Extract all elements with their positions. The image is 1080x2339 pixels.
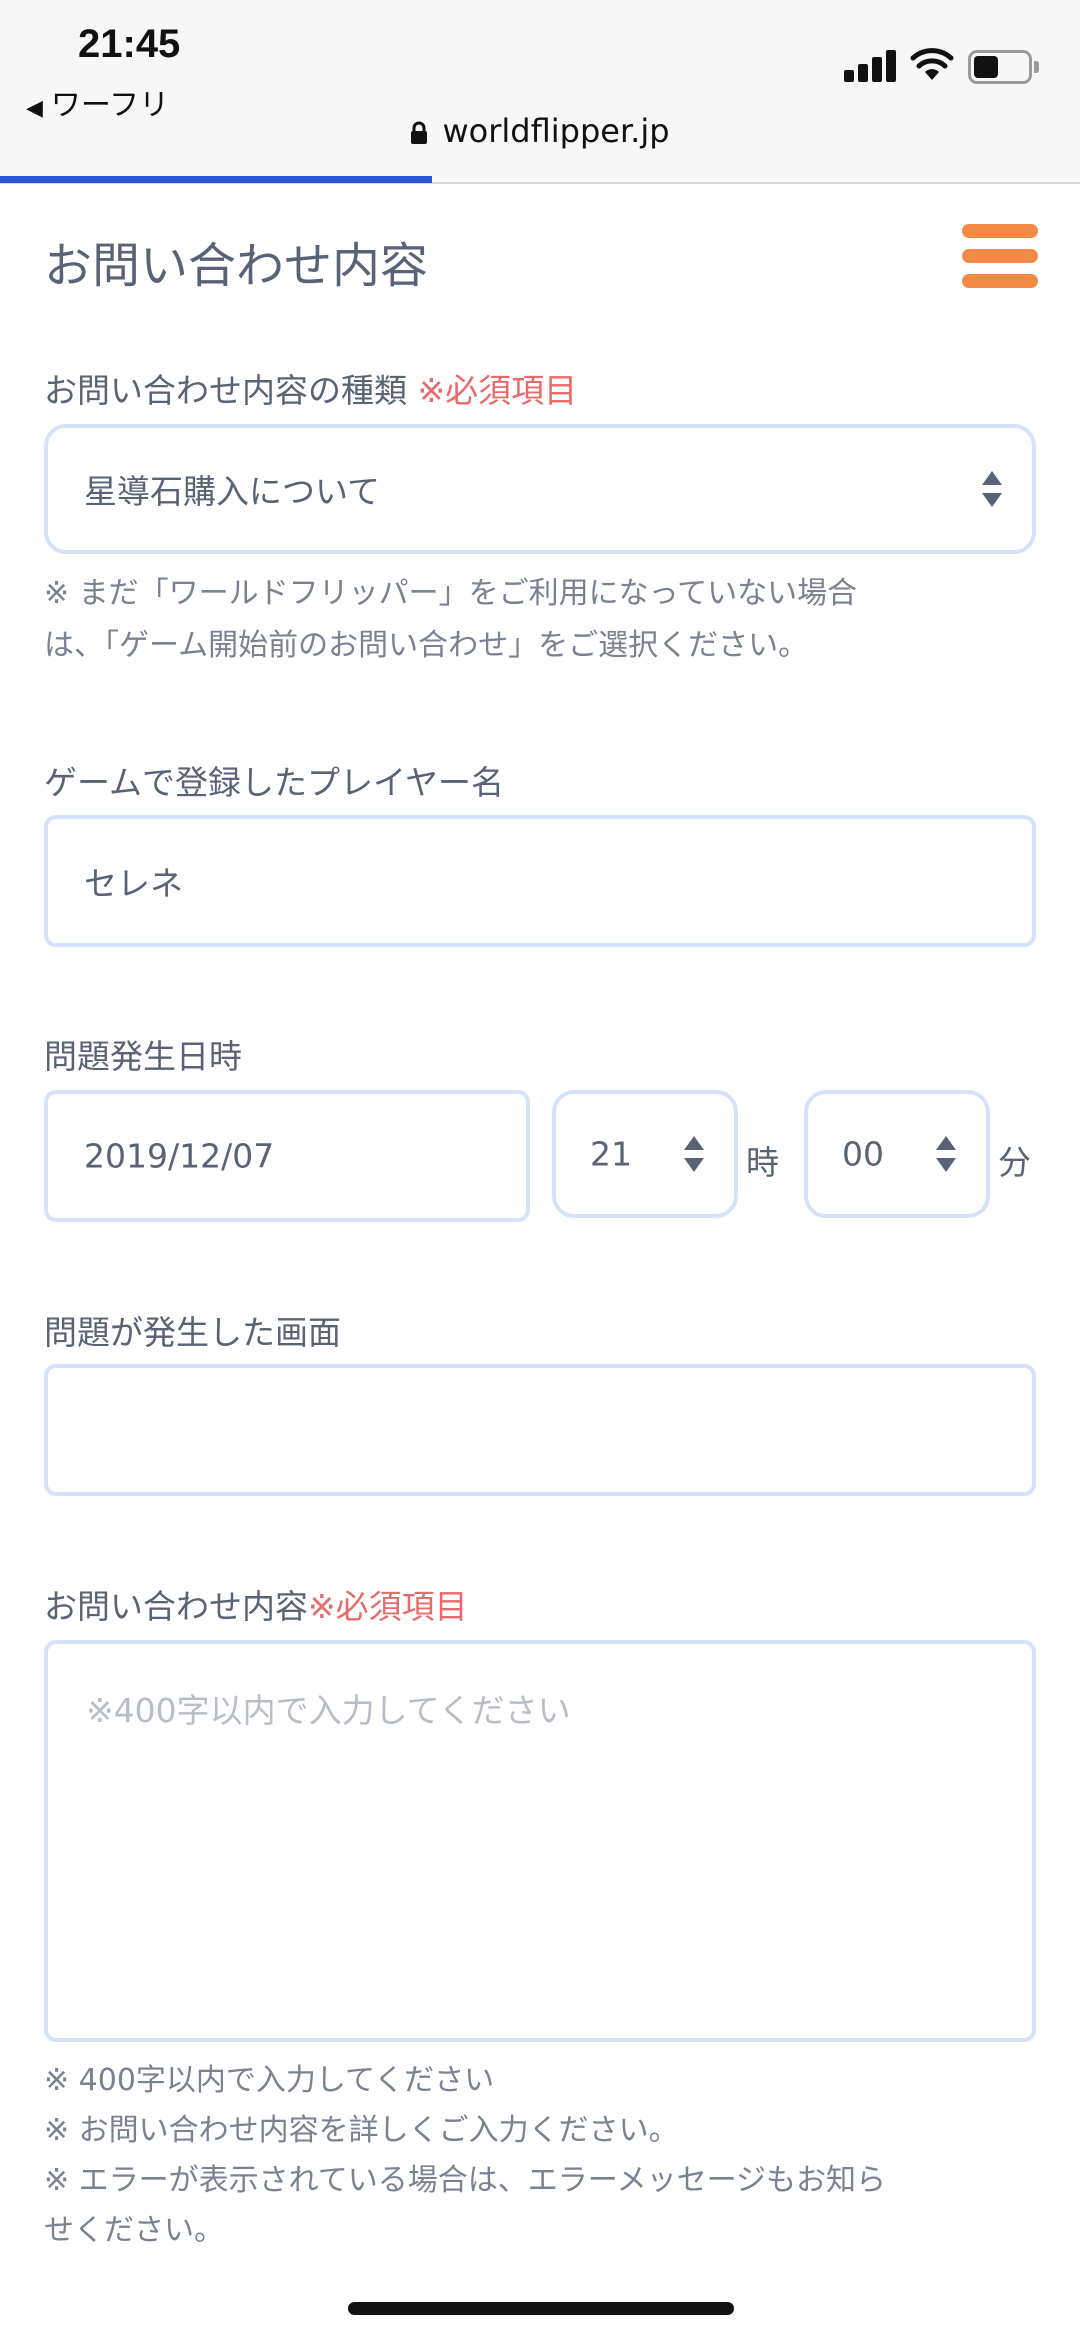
lock-icon (411, 121, 428, 144)
status-time: 21:45 (78, 22, 181, 66)
occurred-at-label: 問題発生日時 (44, 1037, 242, 1076)
page-title: お問い合わせ内容 (44, 238, 429, 294)
load-progress-bar (0, 176, 432, 183)
minute-updown-icon (936, 1136, 956, 1172)
content-placeholder: ※400字以内で入力してください (86, 1691, 571, 1730)
player-name-input[interactable]: セレネ (44, 815, 1036, 947)
date-input[interactable]: 2019/12/07 (44, 1090, 530, 1222)
required-badge: ※必須項目 (308, 1587, 468, 1626)
inquiry-type-note: ※ まだ「ワールドフリッパー」をご利用になっていない場合 は、「ゲーム開始前のお… (44, 576, 858, 663)
hour-unit: 時 (746, 1143, 779, 1182)
minute-value: 00 (842, 1134, 884, 1174)
inquiry-type-value: 星導石購入について (84, 472, 381, 511)
inquiry-type-label: お問い合わせ内容の種類 ※必須項目 (44, 371, 578, 410)
hour-select[interactable]: 21 (552, 1090, 738, 1218)
hamburger-menu-icon[interactable] (962, 224, 1038, 288)
required-badge: ※必須項目 (417, 371, 578, 410)
inquiry-type-select[interactable]: 星導石購入について (44, 424, 1036, 554)
wifi-icon (910, 48, 954, 80)
battery-icon (968, 50, 1040, 84)
player-name-value: セレネ (84, 864, 183, 903)
date-value: 2019/12/07 (84, 1136, 275, 1176)
minute-unit: 分 (998, 1143, 1031, 1182)
home-indicator[interactable] (348, 2302, 734, 2315)
url-text: worldflipper.jp (442, 112, 670, 150)
content-textarea[interactable]: ※400字以内で入力してください (44, 1640, 1036, 2042)
status-bar: 21:45 ◀ ワーフリ worldflipper.jp (0, 0, 1080, 182)
cellular-signal-icon (844, 50, 898, 82)
content-notes: ※ 400字以内で入力してください ※ お問い合わせ内容を詳しくご入力ください。… (44, 2063, 886, 2248)
player-name-label: ゲームで登録したプレイヤー名 (44, 763, 505, 802)
minute-select[interactable]: 00 (804, 1090, 990, 1218)
hour-updown-icon (684, 1136, 704, 1172)
screen-label: 問題が発生した画面 (44, 1313, 341, 1352)
screen-input[interactable] (44, 1364, 1036, 1496)
hour-value: 21 (590, 1134, 632, 1174)
select-updown-icon (982, 471, 1002, 507)
content-label: お問い合わせ内容※必須項目 (44, 1587, 468, 1626)
address-bar[interactable]: worldflipper.jp (0, 112, 1080, 150)
